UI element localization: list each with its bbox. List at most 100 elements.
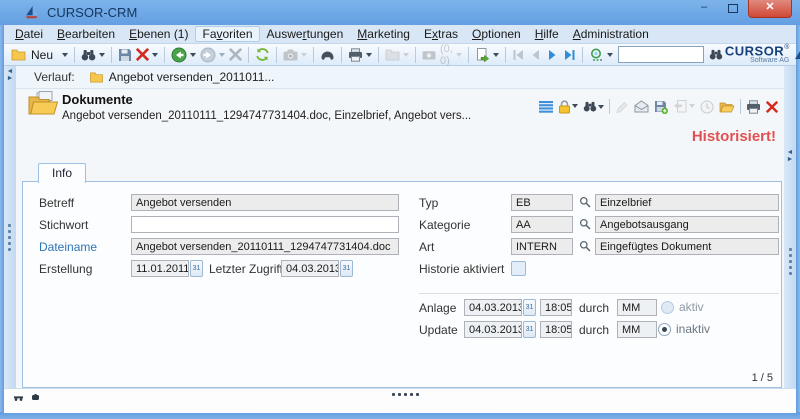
export-button[interactable] [473,47,501,63]
export-dropdown-icon[interactable] [493,53,499,60]
search-dropdown-icon[interactable] [99,53,105,60]
typ-text-field[interactable]: Einzelbrief [595,194,779,211]
maximize-button[interactable] [719,0,747,17]
delete-button[interactable] [134,47,160,62]
menu-item-administration[interactable]: Administration [566,26,656,42]
open-folder-icon[interactable] [719,100,735,113]
betreff-field[interactable]: Angebot versenden [131,194,399,211]
new-dropdown-icon[interactable] [62,53,68,60]
last-record-button[interactable] [561,48,578,62]
radio-inaktiv-circle-icon[interactable] [658,323,671,336]
print-button[interactable] [346,47,374,63]
left-collapse-arrows-icon[interactable]: ◄► [4,66,16,82]
print-dropdown-icon[interactable] [366,53,372,60]
menu-item-ebenen-1[interactable]: Ebenen (1) [122,26,195,42]
menu-item-optionen[interactable]: Optionen [465,26,528,42]
window-title: CURSOR-CRM [47,5,137,20]
kategorie-text-field[interactable]: Angebotsausgang [595,216,779,233]
minimize-button[interactable]: – [690,0,718,17]
update-user-field[interactable]: MM [617,321,657,338]
record-close-icon[interactable] [766,101,778,113]
record-print-icon[interactable] [746,100,761,114]
phone-icon [320,49,335,61]
documents-button [383,47,411,62]
dateiname-field[interactable]: Angebot versenden_20110111_1294747731404… [131,238,399,255]
right-collapse-strip[interactable]: ◄► [783,66,796,388]
bottom-bar [4,388,796,413]
menu-item-datei[interactable]: Datei [8,26,50,42]
horizontal-splitter-handle[interactable] [392,393,419,396]
erstellung-calendar-button[interactable]: 31 [190,260,203,277]
stichwort-field[interactable] [131,216,399,233]
history-label: Verlauf: [34,70,75,84]
close-button[interactable]: ✕ [748,0,792,18]
delete-dropdown-icon[interactable] [152,53,158,60]
list-view-icon[interactable] [539,101,553,113]
update-calendar-button[interactable]: 31 [523,321,536,338]
folder-icon [89,71,104,83]
history-item[interactable]: Angebot versenden_2011011... [89,70,275,84]
previous-record-button [527,48,544,62]
execute-search-button[interactable] [707,48,725,61]
quick-search-button[interactable] [587,47,615,63]
binoculars-icon [81,49,96,61]
kategorie-label: Kategorie [419,218,470,232]
update-date-field[interactable]: 04.03.2013 [464,321,522,338]
anlage-date-field[interactable]: 04.03.2013 [464,299,522,316]
menu-item-favoriten[interactable]: Favoriten [195,26,259,42]
menu-item-bearbeiten[interactable]: Bearbeiten [50,26,122,42]
menu-item-marketing[interactable]: Marketing [350,26,417,42]
erstellung-date-field[interactable]: 11.01.2011 [131,260,189,277]
typ-label: Typ [419,196,438,210]
new-button-label: Neu [31,48,53,62]
refresh-button[interactable] [253,46,272,63]
update-time-field[interactable]: 18:05 [540,321,572,338]
save-button[interactable] [116,47,134,63]
radio-inaktiv[interactable]: inaktiv [658,322,710,336]
new-button[interactable]: Neu [9,47,70,63]
vendor-sail-icon [792,47,800,63]
tab-info[interactable]: Info [38,163,86,183]
back-button[interactable] [169,46,198,64]
historie-checkbox[interactable] [511,261,526,276]
anlage-calendar-button[interactable]: 31 [523,299,536,316]
zugriff-calendar-button[interactable]: 31 [340,260,353,277]
typ-code-field[interactable]: EB [511,194,573,211]
kategorie-lookup-icon[interactable] [579,218,592,231]
save-new-icon[interactable] [654,100,668,114]
art-text-field[interactable]: Eingefügtes Dokument [595,238,779,255]
lock-dropdown-icon[interactable] [572,104,578,111]
record-search-dropdown-icon[interactable] [598,105,604,112]
next-record-button[interactable] [544,48,561,62]
first-record-icon [512,49,525,61]
menu-bar: DateiBearbeitenEbenen (1)FavoritenAuswer… [4,25,796,44]
search-input[interactable] [618,46,704,63]
export-icon [475,48,490,62]
left-splitter-handle[interactable] [8,224,11,251]
statusbar-icon-1[interactable] [14,394,23,401]
menu-item-extras[interactable]: Extras [417,26,465,42]
statusbar-icon-2[interactable] [31,394,40,401]
typ-lookup-icon[interactable] [579,196,592,209]
back-dropdown-icon[interactable] [190,53,196,60]
art-code-field[interactable]: INTERN [511,238,573,255]
lock-button[interactable] [558,100,578,114]
phone-button[interactable] [318,48,337,62]
letzter-zugriff-date-field[interactable]: 04.03.2013 [281,260,339,277]
quick-search-dropdown-icon[interactable] [607,53,613,60]
menu-item-hilfe[interactable]: Hilfe [528,26,566,42]
anlage-time-field[interactable]: 18:05 [540,299,572,316]
open-mail-icon[interactable] [634,100,649,113]
right-splitter-handle[interactable] [789,248,792,275]
dateiname-link-label[interactable]: Dateiname [39,240,97,254]
history-bar: Verlauf: Angebot versenden_2011011... [16,66,784,89]
kategorie-code-field[interactable]: AA [511,216,573,233]
search-button[interactable] [79,48,107,62]
menu-item-auswertungen[interactable]: Auswertungen [260,26,351,42]
anlage-user-field[interactable]: MM [617,299,657,316]
record-search-button[interactable] [583,101,604,112]
documents-dropdown-icon [403,53,409,60]
art-lookup-icon[interactable] [579,240,592,253]
right-collapse-arrows-icon[interactable]: ◄► [784,66,796,163]
cancel-button [227,47,244,62]
